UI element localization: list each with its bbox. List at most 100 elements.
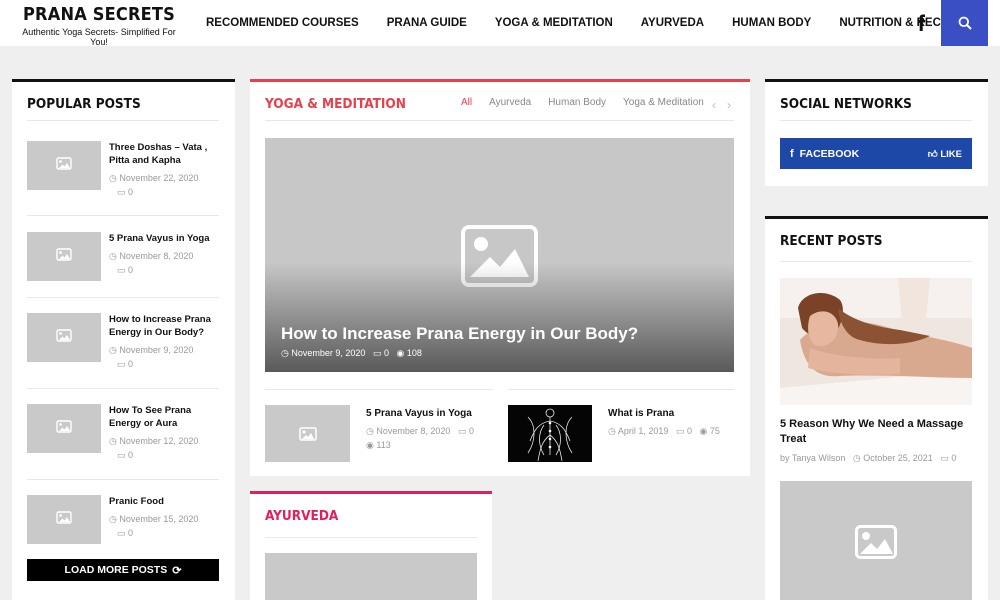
site-title[interactable]: PRANA SECRETS — [14, 5, 184, 25]
post-thumbnail[interactable] — [780, 481, 972, 600]
post-title-link[interactable]: 5 Prana Vayus in Yoga — [366, 408, 472, 419]
divider — [27, 215, 219, 216]
post-thumbnail[interactable] — [265, 405, 350, 462]
facebook-follow-button[interactable]: f FACEBOOK 👍︎ LIKE — [780, 138, 972, 169]
popular-posts-panel: POPULAR POSTS Three Doshas – Vata , Pitt… — [12, 79, 235, 600]
comment-icon: ▭ — [117, 265, 126, 275]
post-title-link[interactable]: Three Doshas – Vata , Pitta and Kapha — [109, 141, 221, 167]
tab-human-body[interactable]: Human Body — [548, 97, 606, 108]
image-placeholder-icon — [298, 426, 317, 441]
comment-icon: ▭ — [117, 359, 126, 369]
site-logo[interactable]: PRANA SECRETS Authentic Yoga Secrets- Si… — [14, 5, 184, 48]
social-networks-panel: SOCIAL NETWORKS f FACEBOOK 👍︎ LIKE — [765, 79, 988, 186]
clock-icon: ◷ — [109, 436, 117, 446]
comment-count-text: 0 — [128, 265, 134, 275]
divider — [27, 120, 219, 121]
comment-icon: ▭ — [117, 528, 126, 538]
search-icon — [958, 16, 972, 30]
post-date: ◷ November 12, 2020 — [109, 436, 198, 447]
post-title-link[interactable]: 5 Reason Why We Need a Massage Treat — [780, 417, 974, 447]
load-more-posts-button[interactable]: LOAD MORE POSTS ⟳ — [27, 559, 219, 581]
comment-count[interactable]: ▭ 0 — [117, 528, 133, 539]
tab-ayurveda[interactable]: Ayurveda — [489, 97, 531, 108]
list-item[interactable]: How To See Prana Energy or Aura ◷ Novemb… — [27, 404, 219, 464]
recent-posts-panel: RECENT POSTS 5 Reason Why We Need a Mass… — [765, 216, 988, 600]
post-date-text: November 15, 2020 — [119, 514, 199, 524]
featured-post-title[interactable]: How to Increase Prana Energy in Our Body… — [281, 324, 638, 344]
featured-post[interactable]: How to Increase Prana Energy in Our Body… — [265, 138, 734, 372]
post-date-text: November 8, 2020 — [119, 251, 194, 261]
nav-human-body[interactable]: HUMAN BODY — [732, 17, 811, 29]
view-count-text: 75 — [709, 426, 720, 436]
section-title-ayurveda[interactable]: AYURVEDA — [265, 508, 338, 524]
search-button[interactable] — [941, 0, 988, 46]
post-date-text: November 8, 2020 — [376, 426, 451, 436]
list-item[interactable]: How to Increase Prana Energy in Our Body… — [27, 313, 219, 373]
comment-icon: ▭ — [940, 453, 949, 463]
comment-count[interactable]: ▭ 0 — [117, 359, 133, 370]
image-placeholder-icon — [56, 328, 72, 347]
post-thumbnail[interactable] — [27, 495, 101, 544]
post-meta: ◷ April 1, 2019 ▭ 0 ◉ 75 — [608, 426, 720, 437]
clock-icon: ◷ — [852, 453, 861, 463]
comment-count[interactable]: ▭ 0 — [117, 187, 133, 198]
tab-yoga-meditation[interactable]: Yoga & Meditation — [623, 97, 704, 108]
divider — [27, 388, 219, 389]
nav-prana-guide[interactable]: PRANA GUIDE — [387, 17, 467, 29]
post-thumbnail[interactable] — [780, 278, 972, 405]
post-title-link[interactable]: How To See Prana Energy or Aura — [109, 404, 221, 430]
post-title-link[interactable]: 5 Prana Vayus in Yoga — [109, 232, 221, 245]
list-item[interactable]: 5 Prana Vayus in Yoga ◷ November 8, 2020… — [27, 232, 219, 292]
site-header: PRANA SECRETS Authentic Yoga Secrets- Si… — [0, 0, 1000, 48]
nav-yoga-meditation[interactable]: YOGA & MEDITATION — [495, 17, 613, 29]
post-title-link[interactable]: Pranic Food — [109, 495, 221, 508]
post-thumbnail[interactable] — [265, 553, 477, 600]
comment-count-text: 0 — [686, 426, 692, 436]
nav-recommended-courses[interactable]: RECOMMENDED COURSES — [206, 17, 359, 29]
clock-icon: ◷ — [366, 426, 374, 436]
comment-count-text: 0 — [128, 528, 134, 538]
eye-icon: ◉ — [396, 348, 405, 358]
massage-photo — [780, 278, 972, 405]
post-date-text: November 22, 2020 — [119, 173, 199, 183]
post-date-text: November 9, 2020 — [119, 345, 194, 355]
post-thumbnail[interactable] — [508, 405, 592, 462]
post-title-link[interactable]: What is Prana — [608, 408, 674, 419]
facebook-like[interactable]: 👍︎ LIKE — [928, 148, 962, 160]
post-date: ◷ November 22, 2020 — [109, 173, 198, 184]
next-arrow-icon[interactable]: › — [727, 98, 731, 112]
post-thumbnail[interactable] — [27, 141, 101, 190]
facebook-icon[interactable] — [913, 14, 931, 32]
post-title-link[interactable]: How to Increase Prana Energy in Our Body… — [109, 313, 221, 339]
image-placeholder-icon — [56, 510, 72, 529]
divider — [780, 261, 972, 262]
facebook-icon: f — [790, 147, 794, 160]
section-title-yoga-meditation[interactable]: YOGA & MEDITATION — [265, 96, 406, 112]
post-date: ◷ November 9, 2020 — [109, 345, 193, 356]
comment-count-text: 0 — [128, 359, 134, 369]
nav-ayurveda[interactable]: AYURVEDA — [641, 17, 704, 29]
post-thumbnail[interactable] — [27, 232, 101, 281]
comment-count[interactable]: ▭ 0 — [117, 450, 133, 461]
list-item[interactable]: Pranic Food ◷ November 15, 2020 ▭ 0 — [27, 495, 219, 555]
post-author[interactable]: by Tanya Wilson — [780, 453, 845, 463]
site-tagline: Authentic Yoga Secrets- Simplified For Y… — [22, 27, 176, 47]
prev-arrow-icon[interactable]: ‹ — [712, 98, 716, 112]
view-count-text: 108 — [406, 348, 422, 358]
divider — [508, 389, 734, 390]
comment-count-text: 0 — [383, 348, 389, 358]
image-placeholder-icon — [56, 156, 72, 175]
yoga-meditation-panel: YOGA & MEDITATION All Ayurveda Human Bod… — [250, 79, 750, 476]
refresh-icon: ⟳ — [172, 564, 182, 577]
post-thumbnail[interactable] — [27, 313, 101, 362]
list-item[interactable]: Three Doshas – Vata , Pitta and Kapha ◷ … — [27, 141, 219, 201]
clock-icon: ◷ — [281, 348, 289, 358]
comment-count[interactable]: ▭ 0 — [117, 265, 133, 276]
tab-all[interactable]: All — [461, 97, 472, 108]
divider — [265, 537, 477, 538]
comment-count-text: 0 — [468, 426, 474, 436]
post-date: ◷ November 15, 2020 — [109, 514, 198, 525]
clock-icon: ◷ — [109, 514, 117, 524]
post-thumbnail[interactable] — [27, 404, 101, 453]
main-nav: RECOMMENDED COURSES PRANA GUIDE YOGA & M… — [206, 0, 995, 46]
